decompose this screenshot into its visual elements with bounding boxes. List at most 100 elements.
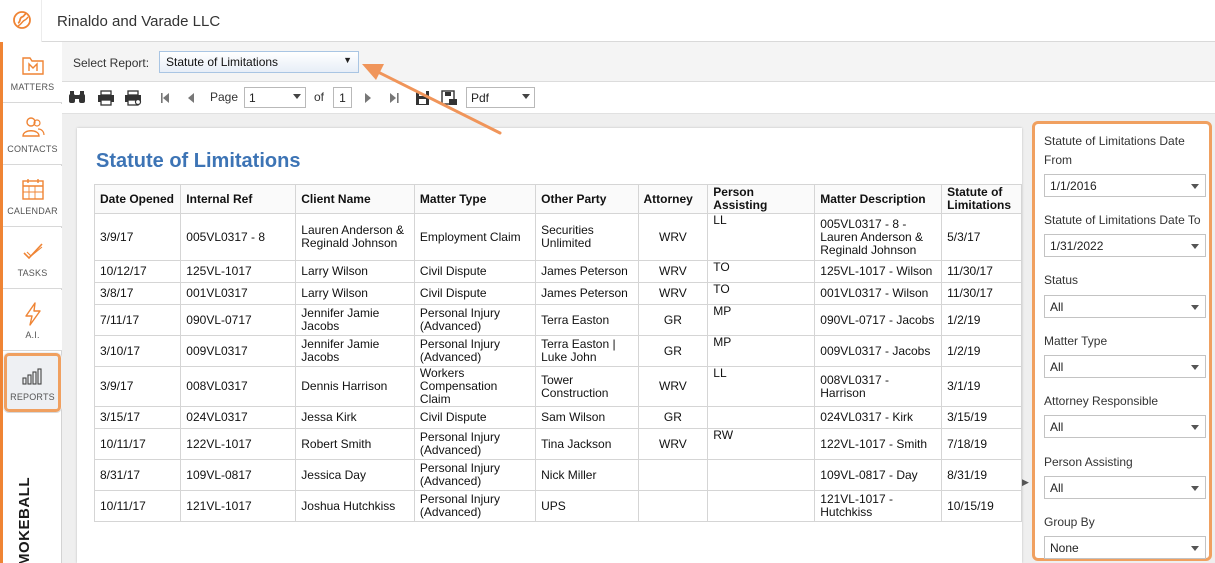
table-cell: GR <box>637 304 709 336</box>
table-row: 10/11/17 122VL-1017 Robert Smith Personal I… <box>93 428 1022 460</box>
chevron-down-icon <box>1191 486 1199 491</box>
status-dropdown[interactable]: All <box>1044 295 1206 318</box>
person-assisting-dropdown[interactable]: All <box>1044 476 1206 499</box>
table-cell: Securities Unlimited <box>535 213 639 261</box>
of-label: of <box>314 90 325 104</box>
attorney-responsible-dropdown[interactable]: All <box>1044 415 1206 438</box>
select-report-dropdown[interactable]: Statute of Limitations ▼ <box>159 51 359 73</box>
column-header: Internal Ref <box>180 184 297 214</box>
table-row: 7/11/17 090VL-0717 Jennifer Jamie Jacobs Pe… <box>93 304 1022 336</box>
table-row: 10/11/17 121VL-1017 Joshua Hutchkiss Person… <box>93 490 1022 522</box>
sidebar-item-ai[interactable]: A.I. <box>3 290 62 351</box>
table-cell: MP <box>707 335 816 367</box>
filter-label: Matter Type <box>1044 334 1108 348</box>
table-cell: Joshua Hutchkiss <box>295 490 415 522</box>
table-cell: 024VL0317 - Kirk <box>814 406 943 429</box>
app-logo[interactable] <box>0 0 42 42</box>
contacts-icon <box>22 117 45 137</box>
expand-panel-arrow-icon[interactable]: ▶ <box>1022 477 1029 488</box>
sidebar-item-contacts[interactable]: CONTACTS <box>3 104 62 165</box>
previous-page-icon[interactable] <box>182 90 200 106</box>
save-icon[interactable] <box>414 90 432 106</box>
matter-type-dropdown[interactable]: All <box>1044 355 1206 378</box>
chevron-down-icon <box>1191 184 1199 189</box>
print-icon[interactable] <box>97 90 115 106</box>
reports-icon <box>22 368 42 385</box>
filter-label: Statute of Limitations Date To <box>1044 213 1201 227</box>
table-cell: Terra Easton <box>535 304 639 336</box>
table-cell: Tower Construction <box>535 366 639 407</box>
last-page-icon[interactable] <box>385 90 403 106</box>
table-cell: RW <box>707 428 816 460</box>
column-header: Date Opened <box>93 184 182 214</box>
sidebar-item-label: MATTERS <box>10 82 55 92</box>
table-row: 3/9/17 005VL0317 - 8 Lauren Anderson & Reg… <box>93 213 1022 261</box>
column-header: Statute of Limitations <box>941 184 1022 214</box>
sol-date-to-dropdown[interactable]: 1/31/2022 <box>1044 234 1206 257</box>
table-cell: 090VL-0717 <box>180 304 297 336</box>
report-page: Statute of Limitations Date Opened Inter… <box>77 128 1022 563</box>
chevron-down-icon <box>1191 244 1199 249</box>
first-page-icon[interactable] <box>156 90 174 106</box>
table-cell: Personal Injury (Advanced) <box>413 490 537 522</box>
sidebar: MATTERS CONTACTS CALENDAR TASKS A.I. REP… <box>0 42 62 563</box>
filter-label: Attorney Responsible <box>1044 394 1159 408</box>
page-label: Page <box>210 90 239 104</box>
table-cell: GR <box>637 406 709 429</box>
table-cell: Jessa Kirk <box>295 406 415 429</box>
table-cell: 090VL-0717 - Jacobs <box>814 304 943 336</box>
table-cell <box>637 459 709 491</box>
sidebar-item-label: A.I. <box>25 330 40 340</box>
sidebar-item-reports[interactable]: REPORTS <box>3 352 62 413</box>
table-cell: 001VL0317 <box>180 282 297 305</box>
group-by-dropdown[interactable]: None <box>1044 536 1206 559</box>
export-format-dropdown[interactable]: Pdf <box>466 87 535 108</box>
report-table: Date Opened Internal Ref Client Name Mat… <box>93 184 1022 522</box>
table-cell: 005VL0317 - 8 <box>180 213 297 261</box>
table-cell: Terra Easton | Luke John <box>535 335 639 367</box>
table-cell: UPS <box>535 490 639 522</box>
export-format-value: Pdf <box>471 91 490 105</box>
table-cell: Lauren Anderson & Reginald Johnson <box>295 213 415 261</box>
table-row: 3/9/17 008VL0317 Dennis Harrison Workers Co… <box>93 366 1022 407</box>
find-binoculars-icon[interactable] <box>68 90 86 106</box>
table-cell: Jennifer Jamie Jacobs <box>295 335 415 367</box>
table-cell: 125VL-1017 <box>180 260 297 283</box>
table-cell: WRV <box>637 282 709 305</box>
column-header: Client Name <box>295 184 415 214</box>
sidebar-item-matters[interactable]: MATTERS <box>3 42 62 103</box>
sol-date-from-dropdown[interactable]: 1/1/2016 <box>1044 174 1206 197</box>
filter-label: Group By <box>1044 515 1095 529</box>
sidebar-item-calendar[interactable]: CALENDAR <box>3 166 62 227</box>
table-cell: 125VL-1017 - Wilson <box>814 260 943 283</box>
table-cell: 122VL-1017 - Smith <box>814 428 943 460</box>
table-cell: Robert Smith <box>295 428 415 460</box>
table-cell: 3/15/19 <box>941 406 1022 429</box>
table-cell: 109VL-0817 <box>180 459 297 491</box>
next-page-icon[interactable] <box>359 90 377 106</box>
sidebar-item-tasks[interactable]: TASKS <box>3 228 62 289</box>
table-cell: 5/3/17 <box>941 213 1022 261</box>
sidebar-item-label: REPORTS <box>10 392 55 402</box>
chevron-down-icon: ▼ <box>343 55 352 65</box>
table-cell: 3/9/17 <box>93 213 182 261</box>
chevron-down-icon <box>1191 546 1199 551</box>
table-cell: James Peterson <box>535 260 639 283</box>
table-cell: 008VL0317 <box>180 366 297 407</box>
table-cell: LL <box>707 366 816 407</box>
export-icon[interactable] <box>440 90 458 106</box>
table-cell: MP <box>707 304 816 336</box>
table-cell: 1/2/19 <box>941 304 1022 336</box>
table-cell <box>637 490 709 522</box>
print-preview-icon[interactable] <box>124 90 142 106</box>
table-cell: Personal Injury (Advanced) <box>413 335 537 367</box>
table-cell: 10/11/17 <box>93 490 182 522</box>
table-cell: Civil Dispute <box>413 406 537 429</box>
table-cell: 3/15/17 <box>93 406 182 429</box>
page-number-dropdown[interactable]: 1 <box>244 87 306 108</box>
table-cell <box>707 490 816 522</box>
sidebar-item-label: TASKS <box>17 268 48 278</box>
table-cell: Tina Jackson <box>535 428 639 460</box>
table-cell: Personal Injury (Advanced) <box>413 428 537 460</box>
filter-label: Statute of Limitations Date From <box>1044 134 1185 167</box>
